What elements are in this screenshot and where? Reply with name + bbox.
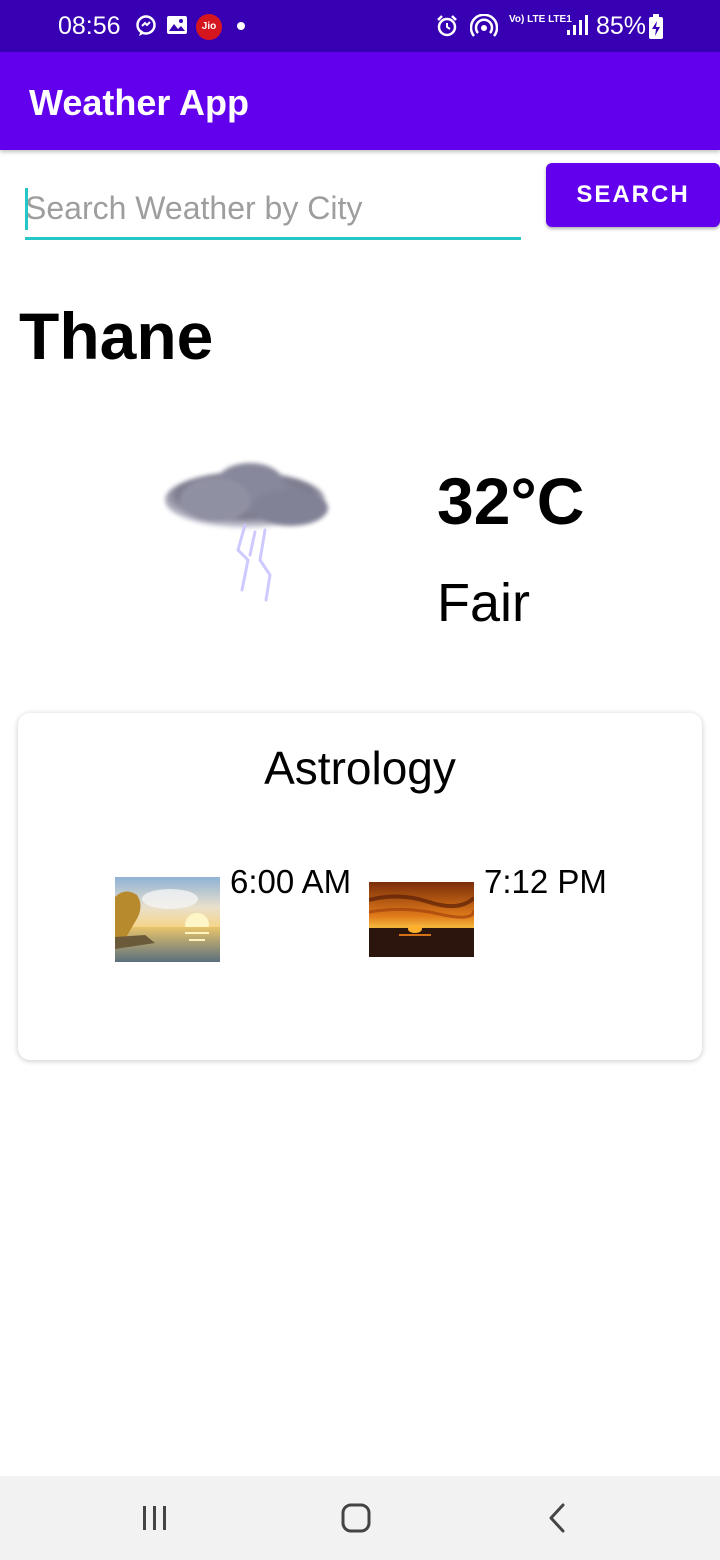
alarm-icon <box>437 15 457 37</box>
messenger-icon <box>136 15 156 36</box>
sunrise-time: 6:00 AM <box>230 863 352 900</box>
search-button[interactable]: SEARCH <box>546 163 720 227</box>
app-title: Weather App <box>29 82 250 123</box>
sunset-time: 7:12 PM <box>484 863 607 900</box>
city-name: Thane <box>19 299 214 373</box>
search-field[interactable] <box>25 180 521 240</box>
signal-icon <box>567 15 588 35</box>
status-time: 08:56 <box>58 12 121 40</box>
battery-percentage: 85% <box>596 12 647 40</box>
gallery-icon <box>167 16 187 34</box>
hotspot-icon <box>470 14 498 37</box>
network-label: Vo) LTE LTE1 <box>509 14 572 25</box>
astrology-card: Astrology 6:00 AM 7:12 PM <box>18 713 702 1060</box>
temperature: 32°C <box>437 464 585 538</box>
home-icon <box>341 1503 371 1533</box>
text-cursor <box>25 188 28 230</box>
home-button[interactable] <box>326 1496 386 1540</box>
weather-condition: Fair <box>437 573 530 633</box>
recents-button[interactable] <box>125 1496 185 1540</box>
app-bar: Weather App <box>0 52 720 150</box>
navigation-bar <box>0 1476 720 1560</box>
back-icon <box>549 1503 565 1533</box>
volte-icon: Vo) LTE LTE1 <box>509 14 572 25</box>
battery-charging-icon <box>649 14 663 39</box>
jio-icon: Jio <box>196 14 222 40</box>
sunset-image <box>369 882 474 957</box>
back-button[interactable] <box>528 1496 588 1540</box>
recents-icon <box>143 1506 166 1530</box>
search-input[interactable] <box>25 180 515 236</box>
thunderstorm-icon <box>165 463 328 602</box>
astrology-title: Astrology <box>264 742 456 794</box>
status-bar: 08:56 Jio Vo) LTE LTE1 85% <box>0 0 720 52</box>
sunrise-image <box>115 877 220 962</box>
notification-dot <box>237 22 245 30</box>
